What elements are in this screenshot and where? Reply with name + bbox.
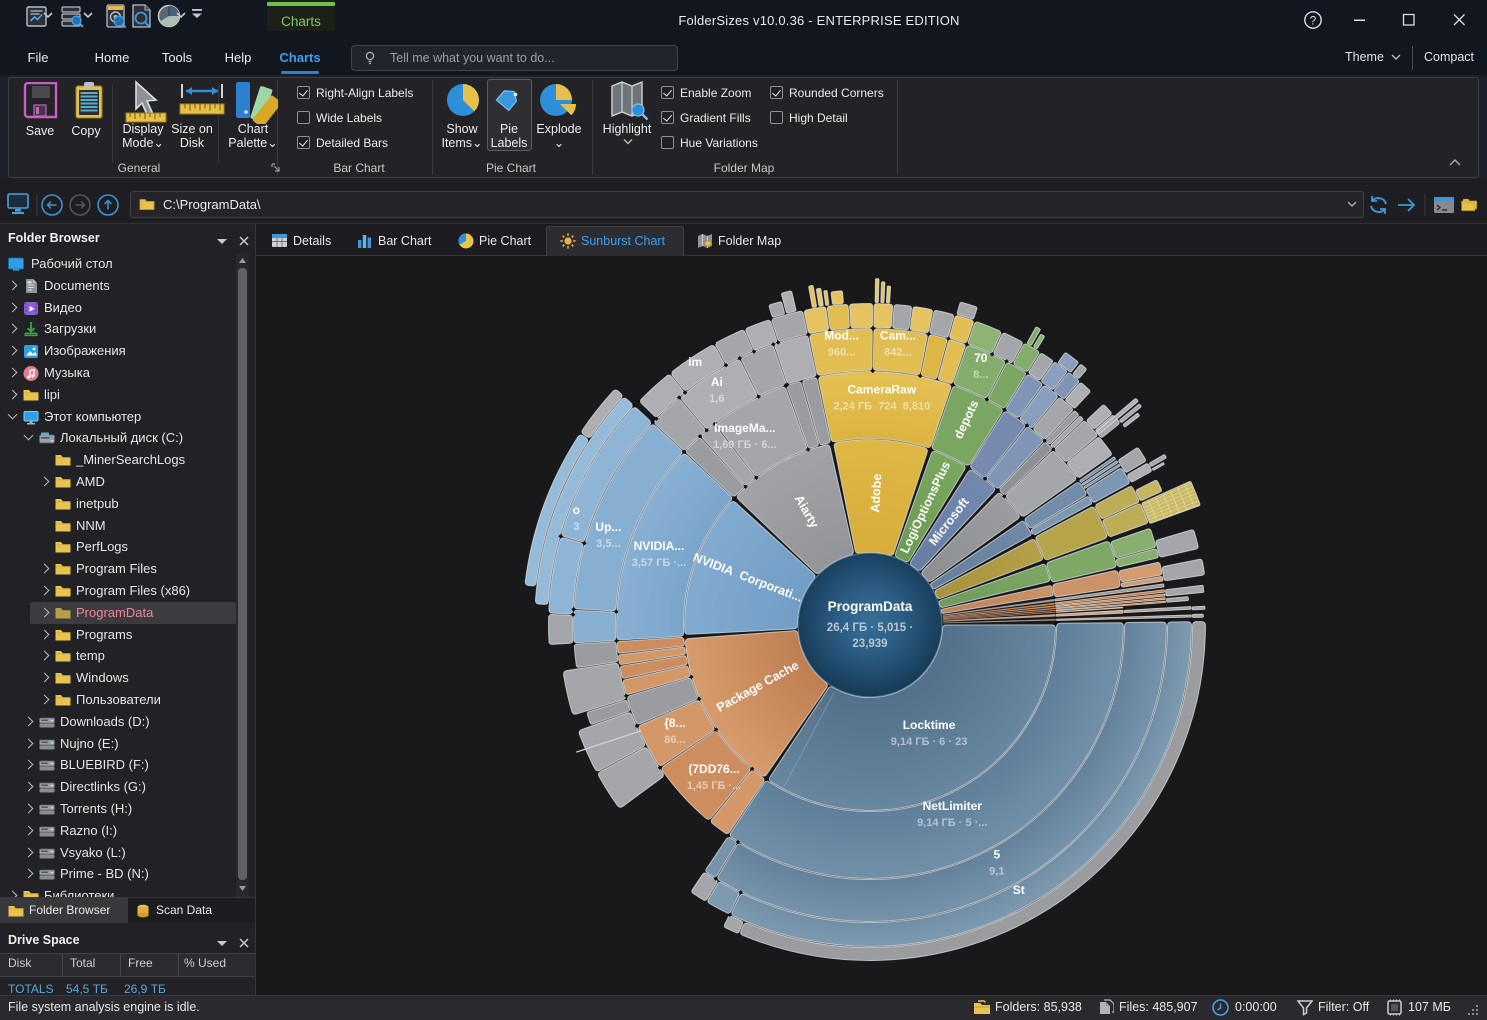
svg-text:86...: 86... — [664, 734, 685, 746]
svg-text:26,4 ГБ · 5,015 ·: 26,4 ГБ · 5,015 · — [827, 622, 913, 634]
svg-text:1,69 ГБ · 6...: 1,69 ГБ · 6... — [713, 439, 777, 451]
svg-text:St: St — [1013, 883, 1025, 897]
svg-text:2,24 ГБ 724 8,810: 2,24 ГБ 724 8,810 — [833, 400, 930, 412]
svg-text:9,14 ГБ · 5 ·...: 9,14 ГБ · 5 ·... — [917, 817, 987, 829]
svg-text:3,5...: 3,5... — [596, 538, 620, 550]
svg-text:NetLimiter: NetLimiter — [923, 799, 983, 813]
svg-text:1,45 ГБ ·...: 1,45 ГБ ·... — [687, 780, 742, 792]
svg-text:Cam...: Cam... — [880, 328, 916, 342]
svg-text:960...: 960... — [828, 346, 856, 358]
svg-text:Up...: Up... — [595, 520, 621, 534]
svg-text:{8...: {8... — [664, 716, 685, 730]
svg-text:9,14 ГБ · 6 · 23: 9,14 ГБ · 6 · 23 — [891, 736, 968, 748]
svg-text:Ai: Ai — [711, 375, 723, 389]
svg-text:23,939: 23,939 — [852, 638, 887, 650]
svg-text:3: 3 — [573, 521, 579, 533]
svg-text:im: im — [688, 355, 702, 369]
svg-text:5: 5 — [993, 848, 1000, 862]
svg-text:9,1: 9,1 — [989, 866, 1004, 878]
svg-text:1,6: 1,6 — [709, 393, 724, 405]
svg-text:NVIDIA...: NVIDIA... — [634, 539, 685, 553]
svg-text:842...: 842... — [884, 346, 912, 358]
svg-text:3,57 ГБ ·...: 3,57 ГБ ·... — [632, 557, 687, 569]
svg-text:ProgramData: ProgramData — [828, 599, 913, 614]
svg-text:Mod...: Mod... — [824, 328, 859, 342]
svg-text:70: 70 — [974, 351, 988, 365]
svg-text:CameraRaw: CameraRaw — [847, 382, 916, 396]
svg-text:?: ? — [1310, 14, 1317, 28]
svg-text:ImageMa...: ImageMa... — [714, 421, 775, 435]
svg-text:(7DD76...: (7DD76... — [688, 762, 739, 776]
svg-text:8...: 8... — [973, 369, 988, 381]
svg-text:Adobe: Adobe — [868, 473, 884, 513]
svg-text:Locktime: Locktime — [903, 718, 956, 732]
svg-text:o: o — [573, 503, 580, 517]
